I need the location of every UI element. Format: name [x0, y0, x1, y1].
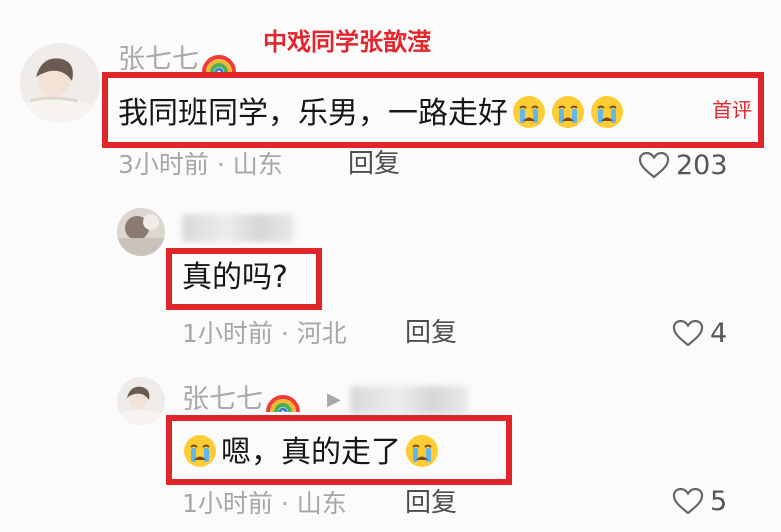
avatar-photo: [117, 208, 165, 256]
heart-icon: [672, 319, 704, 347]
comment-text-content: 嗯，真的走了: [221, 435, 401, 470]
first-comment-badge: 首评: [712, 98, 752, 122]
comment-text-content: 我同班同学，乐男，一路走好: [118, 96, 508, 131]
loudly-crying-face-emoji: [550, 94, 586, 130]
like-count: 5: [710, 485, 728, 517]
avatar-photo: [117, 377, 165, 425]
caret-right-icon: ▶: [327, 389, 341, 410]
location: 河北: [296, 319, 347, 348]
like-count: 4: [710, 317, 728, 349]
username-blurred: [182, 214, 294, 242]
reply-button[interactable]: 回复: [405, 490, 457, 516]
heart-icon: [638, 151, 670, 179]
comment-meta: 1小时前 · 河北: [182, 321, 347, 346]
avatar[interactable]: [20, 43, 100, 123]
avatar-photo: [20, 43, 100, 123]
like-button[interactable]: 5: [672, 486, 727, 516]
timestamp: 1小时前: [182, 319, 273, 348]
annotation-caption: 中戏同学张歆滢: [263, 28, 431, 56]
comment-text: 我同班同学，乐男，一路走好: [118, 94, 625, 130]
location: 山东: [296, 489, 347, 518]
avatar[interactable]: [117, 208, 165, 256]
username-text: 张七七: [118, 44, 199, 75]
reply-to-username-blurred[interactable]: [350, 386, 468, 414]
loudly-crying-face-emoji: [404, 433, 440, 469]
like-button[interactable]: 4: [672, 318, 727, 348]
like-button[interactable]: 203: [638, 150, 728, 180]
reply-button[interactable]: 回复: [405, 320, 457, 346]
meta-separator: ·: [272, 489, 297, 518]
timestamp: 3小时前: [118, 150, 209, 179]
comment-text: 真的吗?: [182, 260, 288, 295]
like-count: 203: [676, 149, 728, 181]
comment-thread: 中戏同学张歆滢 张七七 我同班同学，乐男，一路走好 首评 3小时前 · 山东 回…: [0, 0, 781, 532]
loudly-crying-face-emoji: [589, 94, 625, 130]
heart-icon: [672, 487, 704, 515]
avatar[interactable]: [117, 377, 165, 425]
loudly-crying-face-emoji: [182, 433, 218, 469]
comment-text: 嗯，真的走了: [182, 433, 440, 469]
reply-button[interactable]: 回复: [348, 151, 400, 177]
comment-meta: 3小时前 · 山东: [118, 152, 283, 177]
timestamp: 1小时前: [182, 489, 273, 518]
username-text: 张七七: [182, 384, 263, 415]
meta-separator: ·: [272, 319, 297, 348]
loudly-crying-face-emoji: [511, 94, 547, 130]
meta-separator: ·: [208, 150, 233, 179]
comment-meta: 1小时前 · 山东: [182, 491, 347, 516]
location: 山东: [232, 150, 283, 179]
